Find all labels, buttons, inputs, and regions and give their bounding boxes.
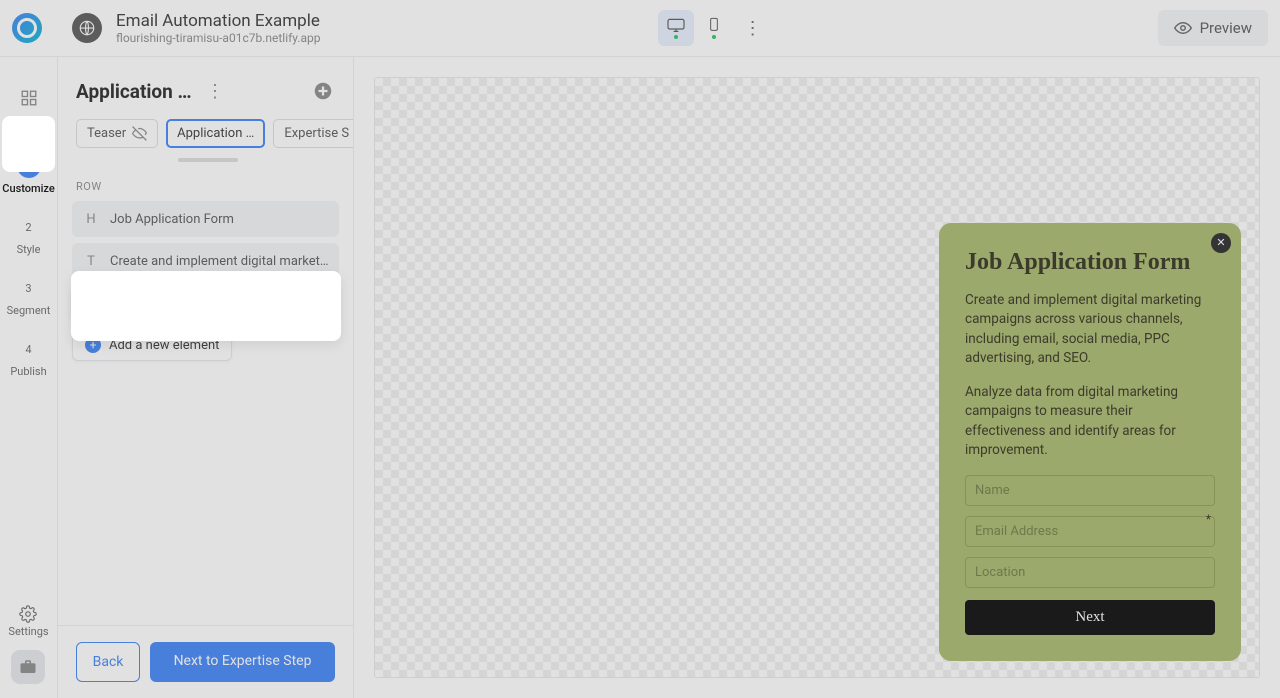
preview-button[interactable]: Preview	[1158, 10, 1268, 46]
add-element-button[interactable]: + Add a new element	[72, 329, 232, 361]
step-number: 4	[17, 337, 41, 361]
chip-teaser[interactable]: Teaser	[76, 119, 158, 148]
canvas-preview[interactable]: ✕ Job Application Form Create and implem…	[374, 77, 1260, 678]
more-menu[interactable]: ⋮	[738, 18, 768, 39]
app-logo[interactable]	[12, 13, 42, 43]
plus-icon: +	[85, 337, 101, 353]
step-label: Publish	[10, 365, 46, 378]
chip-expertise[interactable]: Expertise S	[273, 119, 353, 148]
desktop-icon	[666, 17, 686, 33]
step-number: 1	[17, 154, 41, 178]
name-input[interactable]	[965, 475, 1215, 506]
element-heading[interactable]: H Job Application Form	[72, 201, 339, 237]
step-number: 3	[17, 276, 41, 300]
status-dot	[712, 35, 716, 39]
rail-playbook-label: Playbook	[6, 121, 51, 134]
rail-step-publish[interactable]: 4 Publish	[0, 327, 57, 388]
close-button[interactable]: ✕	[1211, 233, 1231, 253]
briefcase-icon	[19, 658, 37, 676]
element-form[interactable]: Form	[72, 285, 339, 321]
settings-button[interactable]: Settings	[8, 605, 48, 638]
form-icon	[82, 294, 100, 312]
settings-label: Settings	[8, 625, 48, 638]
device-switcher: ⋮	[658, 10, 768, 46]
preview-label: Preview	[1200, 19, 1252, 37]
panel-menu[interactable]: ⋮	[206, 81, 224, 102]
desktop-device-button[interactable]	[658, 10, 694, 46]
location-input[interactable]	[965, 557, 1215, 588]
back-button[interactable]: Back	[76, 642, 140, 682]
step-number: 2	[17, 215, 41, 239]
text-icon: T	[82, 252, 100, 270]
hidden-icon	[132, 126, 147, 141]
rail-step-customize[interactable]: 1 Customize	[3, 144, 55, 205]
element-list: H Job Application Form T Create and impl…	[58, 201, 353, 361]
plus-circle-icon	[314, 82, 332, 100]
rail-step-segment[interactable]: 3 Segment	[0, 266, 57, 327]
email-input[interactable]	[965, 516, 1215, 547]
modal-next-button[interactable]: Next	[965, 600, 1215, 635]
step-chips: Teaser Application … Expertise S	[58, 113, 353, 154]
step-label: Customize	[2, 182, 54, 195]
modal-paragraph-1: Create and implement digital marketing c…	[965, 291, 1215, 369]
topbar: Email Automation Example flourishing-tir…	[0, 0, 1280, 57]
canvas: ✕ Job Application Form Create and implem…	[354, 57, 1280, 698]
next-step-button[interactable]: Next to Expertise Step	[150, 642, 335, 682]
left-rail: Playbook 1 Customize 2 Style 3 Segment 4…	[0, 57, 58, 698]
row-label: ROW	[58, 162, 353, 201]
project-title-block: Email Automation Example flourishing-tir…	[116, 11, 321, 45]
playbook-icon	[12, 81, 46, 115]
gear-icon	[19, 605, 37, 623]
heading-icon: H	[82, 210, 100, 228]
mobile-icon	[704, 17, 724, 33]
rail-playbook[interactable]: Playbook	[0, 71, 57, 144]
chip-application[interactable]: Application …	[166, 119, 265, 148]
panel-title: Application F…	[76, 80, 196, 103]
globe-icon[interactable]	[72, 13, 102, 43]
project-url: flourishing-tiramisu-a01c7b.netlify.app	[116, 31, 321, 45]
rail-step-style[interactable]: 2 Style	[0, 205, 57, 266]
modal-paragraph-2: Analyze data from digital marketing camp…	[965, 383, 1215, 461]
mobile-device-button[interactable]	[696, 10, 732, 46]
step-label: Segment	[7, 304, 51, 317]
status-dot	[674, 35, 678, 39]
element-text[interactable]: T Create and implement digital marketing…	[72, 243, 339, 279]
modal-title: Job Application Form	[965, 249, 1215, 277]
add-step-button[interactable]	[311, 79, 335, 103]
step-label: Style	[17, 243, 41, 256]
form-modal: ✕ Job Application Form Create and implem…	[939, 223, 1241, 661]
side-panel: Application F… ⋮ Teaser Application … Ex…	[58, 57, 354, 698]
briefcase-button[interactable]	[11, 650, 45, 684]
project-name: Email Automation Example	[116, 11, 321, 31]
eye-icon	[1174, 19, 1192, 37]
